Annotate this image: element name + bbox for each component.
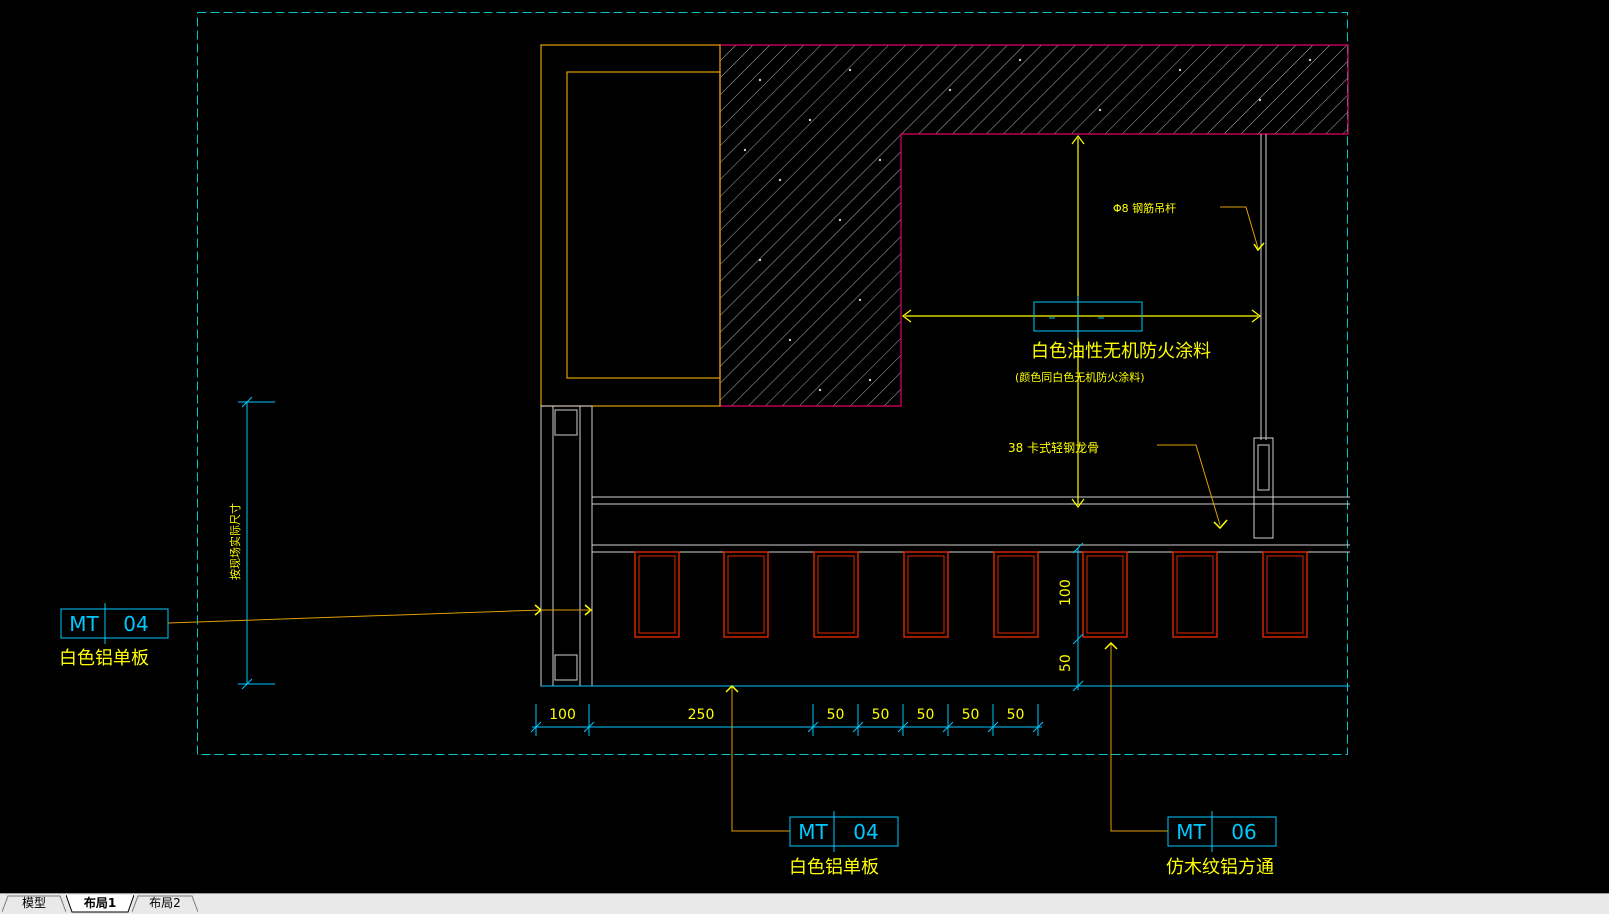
slat-inner-1: [638, 555, 676, 634]
center-tag-num: –: [1098, 310, 1105, 326]
slat-inner-7: [1176, 555, 1214, 634]
tag-mid-code: MT: [798, 820, 828, 844]
label-vertical-dim-note: 按现场实际尺寸: [228, 503, 242, 580]
left-vertical-dimension: [238, 396, 275, 690]
dim-label-1: 250: [688, 707, 715, 723]
dim-label-2: 50: [827, 707, 845, 723]
cad-drawing-canvas[interactable]: – – 白色油性无机防火涂料 (颜色同白色无机防火涂料) Φ8 钢筋吊杆 38 …: [0, 0, 1609, 893]
slat-inner-2: [727, 555, 765, 634]
dim-label-5: 50: [962, 707, 980, 723]
right-vertical-dimension: [1072, 542, 1084, 692]
tab-model[interactable]: 模型: [2, 895, 66, 913]
slat-6: [1082, 551, 1128, 638]
slat-inner-5: [997, 555, 1035, 634]
tag-left-num: 04: [123, 612, 148, 636]
slat-5: [993, 551, 1039, 638]
tab-layout2-label: 布局2: [149, 896, 181, 910]
label-material-left: 白色铝单板: [59, 648, 149, 669]
slat-1: [634, 551, 680, 638]
label-fire-coating: 白色油性无机防火涂料: [1031, 341, 1211, 362]
hanger-rod: [1253, 134, 1274, 539]
tag-right: MT 06: [1104, 641, 1277, 852]
annotation-ticks: [1213, 242, 1265, 530]
dim-label-4: 50: [917, 707, 935, 723]
dim-label-3: 50: [872, 707, 890, 723]
beam-frame: [540, 44, 721, 407]
slat-8: [1262, 551, 1308, 638]
tag-right-code: MT: [1176, 820, 1206, 844]
label-fire-coating-sub: (颜色同白色无机防火涂料): [1015, 370, 1145, 384]
dim-label-0: 100: [549, 707, 576, 723]
dim-v-50: 50: [1058, 654, 1074, 672]
dim-v-100: 100: [1058, 579, 1074, 606]
center-tag: – –: [1033, 296, 1143, 338]
tag-left: MT 04: [60, 603, 169, 644]
tag-right-num: 06: [1231, 820, 1256, 844]
slat-4: [903, 551, 949, 638]
horizontal-dimension-chain: 100 250 50 50 50 50 50: [530, 704, 1044, 736]
annotation-leaders: [1157, 206, 1259, 526]
slat-inner-4: [907, 555, 945, 634]
slat-7: [1172, 551, 1218, 638]
tab-layout2[interactable]: 布局2: [132, 895, 198, 913]
wood-grain-slats: [634, 551, 1308, 638]
leader-left: [167, 604, 593, 624]
center-tag-code: –: [1049, 310, 1056, 326]
tab-layout1-label: 布局1: [83, 896, 117, 910]
slat-inner-3: [817, 555, 855, 634]
slat-inner-8: [1266, 555, 1304, 634]
tag-left-code: MT: [69, 612, 99, 636]
label-keel: 38 卡式轻钢龙骨: [1008, 441, 1099, 455]
slat-3: [813, 551, 859, 638]
tab-layout1[interactable]: 布局1: [66, 895, 134, 913]
aluminium-panel-column: [540, 405, 1350, 687]
tag-mid-num: 04: [853, 820, 878, 844]
slat-inner-6: [1086, 555, 1124, 634]
label-material-mid: 白色铝单板: [789, 857, 879, 878]
label-material-right: 仿木纹铝方通: [1166, 857, 1274, 878]
layout-tab-bar: 模型 布局1 布局2: [0, 893, 1609, 914]
slat-2: [723, 551, 769, 638]
dim-label-6: 50: [1007, 707, 1025, 723]
tab-model-label: 模型: [21, 896, 46, 910]
label-rod: Φ8 钢筋吊杆: [1113, 201, 1176, 215]
